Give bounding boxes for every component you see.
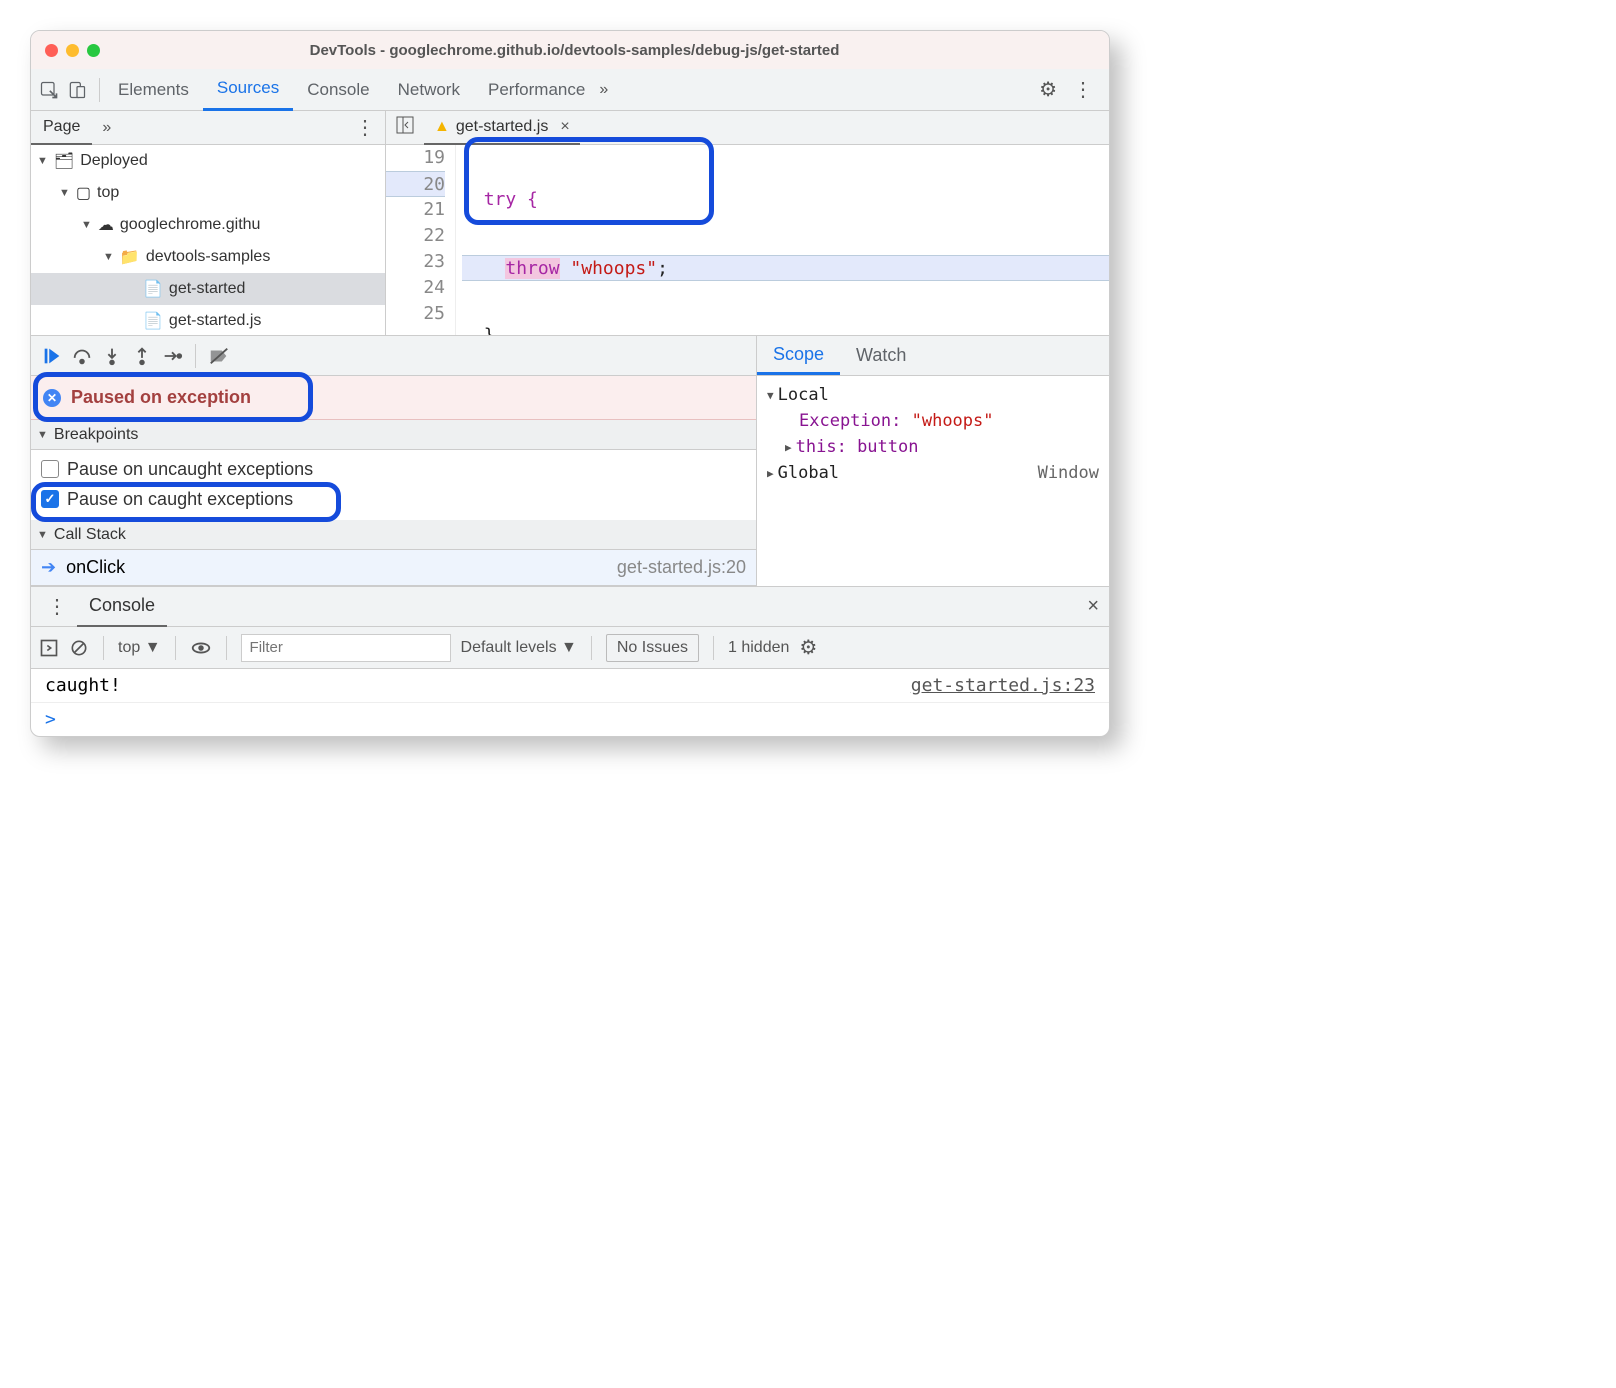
window-title: DevTools - googlechrome.github.io/devtoo… (100, 42, 1109, 59)
drawer-tab-console[interactable]: Console (77, 587, 167, 627)
code-editor: ▲ get-started.js × 19 20 21 22 23 24 25 … (386, 111, 1109, 335)
console-message[interactable]: caught! get-started.js:23 (31, 669, 1109, 703)
minimize-icon[interactable] (66, 44, 79, 57)
file-tree: ▼🗂Deployed ▼▢top ▼☁googlechrome.githu ▼📁… (31, 145, 385, 335)
paused-banner: ✕ Paused on exception (31, 376, 756, 420)
step-over-icon[interactable] (71, 345, 93, 367)
debugger-pane: ✕ Paused on exception ▼Breakpoints Pause… (31, 336, 756, 586)
tab-scope[interactable]: Scope (757, 336, 840, 375)
close-icon[interactable] (45, 44, 58, 57)
tree-domain[interactable]: ▼☁googlechrome.githu (31, 209, 385, 241)
context-selector[interactable]: top ▼ (118, 639, 161, 657)
file-navigator: Page » ⋮ ▼🗂Deployed ▼▢top ▼☁googlechrome… (31, 111, 386, 335)
paused-text: Paused on exception (71, 387, 251, 408)
bp-caught[interactable]: ✓Pause on caught exceptions (41, 484, 746, 514)
gutter: 19 20 21 22 23 24 25 (386, 145, 456, 335)
callstack-header[interactable]: ▼Call Stack (31, 520, 756, 550)
bp-uncaught[interactable]: Pause on uncaught exceptions (41, 454, 746, 484)
frame-location: get-started.js:20 (617, 557, 746, 578)
console-text: caught! (45, 675, 121, 696)
debugger-toolbar (31, 336, 756, 376)
deactivate-breakpoints-icon[interactable] (208, 345, 230, 367)
tree-folder[interactable]: ▼📁devtools-samples (31, 241, 385, 273)
toggle-navigator-icon[interactable] (386, 116, 424, 139)
tree-file-js[interactable]: 📄get-started.js (31, 305, 385, 335)
console-source-link[interactable]: get-started.js:23 (911, 675, 1095, 696)
navigator-more-icon[interactable]: » (92, 119, 111, 137)
scope-body: ▼Local Exception: "whoops" ▶this: button… (757, 376, 1109, 586)
console-output: caught! get-started.js:23 > (31, 669, 1109, 736)
console-settings-icon[interactable]: ⚙ (799, 635, 817, 660)
tree-deployed[interactable]: ▼🗂Deployed (31, 145, 385, 177)
checkbox-checked-icon[interactable]: ✓ (41, 490, 59, 508)
resume-icon[interactable] (41, 345, 63, 367)
scope-local[interactable]: ▼Local (767, 382, 1099, 408)
breakpoints-list: Pause on uncaught exceptions ✓Pause on c… (31, 450, 756, 520)
scope-global[interactable]: ▶GlobalWindow (767, 460, 1099, 486)
scope-this[interactable]: ▶this: button (767, 434, 1099, 460)
warning-icon: ▲ (434, 118, 450, 136)
gear-icon[interactable]: ⚙ (1039, 77, 1057, 102)
step-into-icon[interactable] (101, 345, 123, 367)
editor-tab[interactable]: ▲ get-started.js × (424, 111, 580, 145)
frame-name: onClick (66, 557, 125, 578)
hidden-count: 1 hidden (728, 639, 789, 657)
tab-sources[interactable]: Sources (203, 69, 293, 111)
window-controls (31, 44, 100, 57)
tab-watch[interactable]: Watch (840, 336, 922, 375)
close-editor-tab-icon[interactable]: × (554, 118, 569, 136)
drawer-menu-icon[interactable]: ⋮ (41, 594, 77, 619)
zoom-icon[interactable] (87, 44, 100, 57)
step-out-icon[interactable] (131, 345, 153, 367)
scope-exception[interactable]: Exception: "whoops" (767, 408, 1099, 434)
exception-badge-icon: ✕ (43, 389, 61, 407)
log-levels-selector[interactable]: Default levels ▼ (461, 639, 577, 657)
breakpoints-header[interactable]: ▼Breakpoints (31, 420, 756, 450)
code-area[interactable]: 19 20 21 22 23 24 25 try { throw "whoops… (386, 145, 1109, 335)
checkbox-unchecked-icon[interactable] (41, 460, 59, 478)
device-toggle-icon[interactable] (67, 80, 87, 100)
code-content: try { throw "whoops"; } catch(err) { con… (456, 145, 1109, 335)
titlebar: DevTools - googlechrome.github.io/devtoo… (31, 31, 1109, 69)
tree-top[interactable]: ▼▢top (31, 177, 385, 209)
close-drawer-icon[interactable]: × (1087, 595, 1099, 618)
more-tabs-icon[interactable]: » (599, 81, 608, 99)
console-sidebar-icon[interactable] (39, 638, 59, 658)
issues-button[interactable]: No Issues (606, 634, 699, 662)
tab-performance[interactable]: Performance (474, 69, 599, 111)
tab-network[interactable]: Network (384, 69, 474, 111)
kebab-icon[interactable]: ⋮ (1067, 77, 1099, 102)
current-frame-icon: ➔ (41, 557, 56, 578)
main-tabs: Elements Sources Console Network Perform… (31, 69, 1109, 111)
scope-pane: Scope Watch ▼Local Exception: "whoops" ▶… (756, 336, 1109, 586)
console-prompt[interactable]: > (31, 703, 1109, 736)
clear-console-icon[interactable] (69, 638, 89, 658)
callstack-frame[interactable]: ➔ onClick get-started.js:20 (31, 550, 756, 586)
navigator-tab-page[interactable]: Page (31, 111, 92, 145)
live-expression-icon[interactable] (190, 637, 212, 659)
step-icon[interactable] (161, 345, 183, 367)
navigator-menu-icon[interactable]: ⋮ (349, 115, 385, 140)
console-drawer-tabs: ⋮ Console × (31, 587, 1109, 627)
editor-tab-label: get-started.js (456, 118, 548, 136)
inspect-icon[interactable] (39, 80, 59, 100)
tab-elements[interactable]: Elements (104, 69, 203, 111)
tab-console[interactable]: Console (293, 69, 383, 111)
devtools-window: DevTools - googlechrome.github.io/devtoo… (30, 30, 1110, 737)
console-toolbar: top ▼ Default levels ▼ No Issues 1 hidde… (31, 627, 1109, 669)
console-filter-input[interactable] (241, 634, 451, 662)
tree-file-html[interactable]: 📄get-started (31, 273, 385, 305)
